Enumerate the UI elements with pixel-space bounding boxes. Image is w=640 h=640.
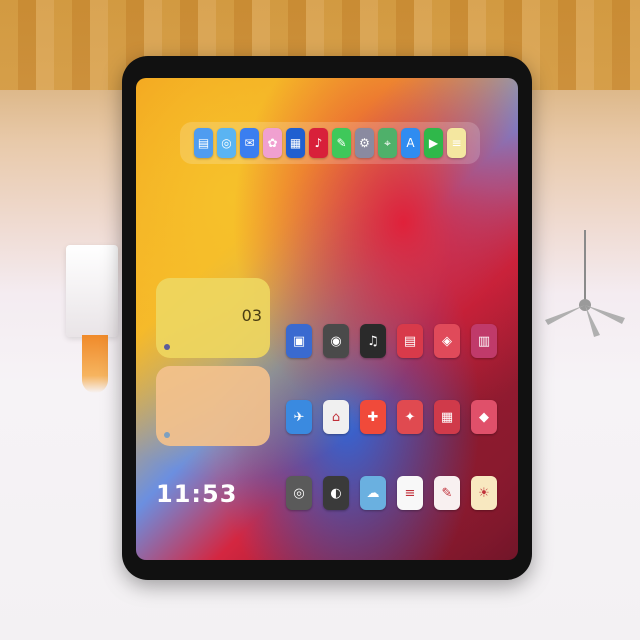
app-icon-7[interactable]: ✈ (286, 400, 312, 434)
app-icon-5[interactable]: ◈ (434, 324, 460, 358)
app-icon-2[interactable]: ◉ (323, 324, 349, 358)
app-icon-3[interactable]: ♫ (360, 324, 386, 358)
facetime-icon[interactable]: ▶ (424, 128, 443, 158)
app-icon-11[interactable]: ▦ (434, 400, 460, 434)
calendar-dot-icon (164, 344, 170, 350)
app-icon-12[interactable]: ◆ (471, 400, 497, 434)
lamp-glow (82, 335, 108, 393)
ceiling-fan (545, 230, 625, 337)
clock-time: 11:53 (156, 480, 238, 508)
calendar-icon[interactable]: ▦ (286, 128, 305, 158)
ipad-device: ▤ ◎ ✉ ✿ ▦ ♪ ✎ ⚙ ⌖ A ▶ ≡ 03 11:53 ▣ ◉ ♫ ▤ ◈ ▥ ✈ ⌂ ✚ ✦ ▦ ◆ ◎ ◐ ☁ ≡ ✎ ☀ (122, 56, 532, 580)
app-icon-10[interactable]: ✦ (397, 400, 423, 434)
appstore-icon[interactable]: A (401, 128, 420, 158)
app-grid: ▣ ◉ ♫ ▤ ◈ ▥ ✈ ⌂ ✚ ✦ ▦ ◆ ◎ ◐ ☁ ≡ ✎ ☀ (286, 324, 506, 514)
app-icon-13[interactable]: ◎ (286, 476, 312, 510)
messages-icon[interactable]: ✎ (332, 128, 351, 158)
app-icon-1[interactable]: ▣ (286, 324, 312, 358)
lamp (66, 245, 118, 337)
app-icon-14[interactable]: ◐ (323, 476, 349, 510)
music-icon[interactable]: ♪ (309, 128, 328, 158)
notes-widget[interactable] (156, 366, 270, 446)
maps-icon[interactable]: ⌖ (378, 128, 397, 158)
app-icon-4[interactable]: ▤ (397, 324, 423, 358)
safari-icon[interactable]: ◎ (217, 128, 236, 158)
calendar-widget-date: 03 (241, 306, 262, 325)
notes-dot-icon (164, 432, 170, 438)
mail-icon[interactable]: ✉ (240, 128, 259, 158)
dock: ▤ ◎ ✉ ✿ ▦ ♪ ✎ ⚙ ⌖ A ▶ ≡ (180, 122, 480, 164)
home-screen: ▤ ◎ ✉ ✿ ▦ ♪ ✎ ⚙ ⌖ A ▶ ≡ 03 11:53 ▣ ◉ ♫ ▤ ◈ ▥ ✈ ⌂ ✚ ✦ ▦ ◆ ◎ ◐ ☁ ≡ ✎ ☀ (136, 78, 518, 560)
settings-icon[interactable]: ⚙ (355, 128, 374, 158)
app-icon-8[interactable]: ⌂ (323, 400, 349, 434)
files-icon[interactable]: ▤ (194, 128, 213, 158)
app-icon-17[interactable]: ✎ (434, 476, 460, 510)
app-icon-6[interactable]: ▥ (471, 324, 497, 358)
app-icon-9[interactable]: ✚ (360, 400, 386, 434)
app-icon-15[interactable]: ☁ (360, 476, 386, 510)
notes-icon[interactable]: ≡ (447, 128, 466, 158)
app-icon-18[interactable]: ☀ (471, 476, 497, 510)
app-icon-16[interactable]: ≡ (397, 476, 423, 510)
calendar-widget[interactable]: 03 (156, 278, 270, 358)
photos-icon[interactable]: ✿ (263, 128, 282, 158)
